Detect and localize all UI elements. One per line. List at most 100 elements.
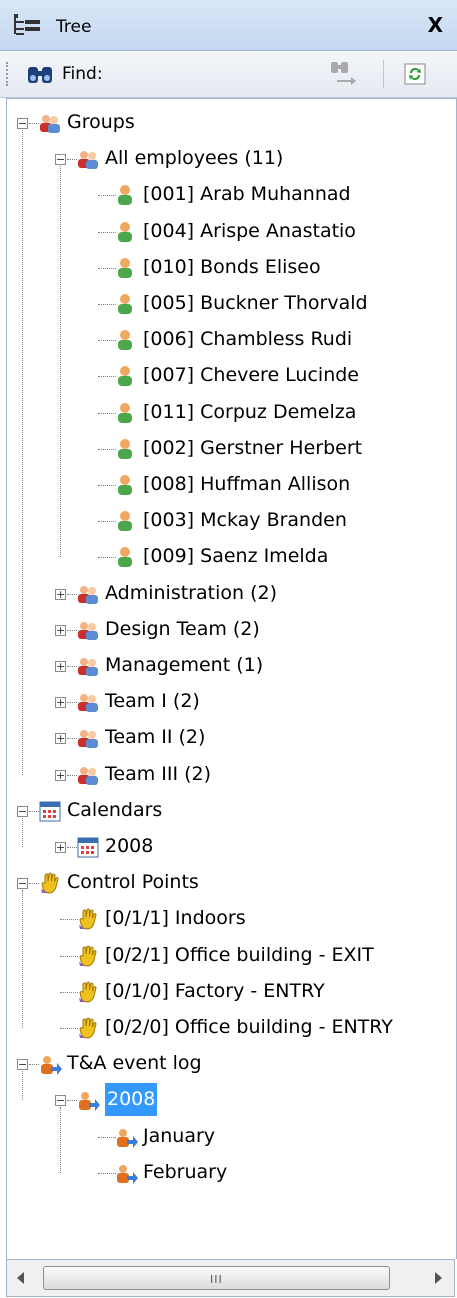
tree-node-group[interactable]: + Design Team (2) <box>7 613 456 646</box>
tree-node-group[interactable]: + Management (1) <box>7 649 456 682</box>
refresh-button[interactable] <box>403 62 427 86</box>
tree-connector <box>29 123 39 124</box>
person-icon <box>115 329 135 362</box>
tree-connector <box>98 1136 116 1138</box>
node-label: Management (1) <box>105 654 264 676</box>
tree-node-employee[interactable]: [010] Bonds Eliseo <box>7 251 456 284</box>
tree-connector <box>98 304 116 305</box>
tree-node-month[interactable]: February <box>7 1156 456 1189</box>
tree-node-employee[interactable]: [003] Mckay Branden <box>7 504 456 537</box>
tree-node-group[interactable]: + Team II (2) <box>7 721 456 754</box>
expand-icon[interactable]: + <box>55 661 66 672</box>
tree-connector <box>60 919 78 921</box>
node-label: [010] Bonds Eliseo <box>143 255 321 278</box>
node-label: Team III (2) <box>105 762 212 785</box>
tree-node-month[interactable]: January <box>7 1120 456 1153</box>
scrollbar-thumb[interactable]: III <box>43 1266 390 1290</box>
tree-node-groups[interactable]: − Groups <box>7 106 456 139</box>
tree-node-group[interactable]: + Team I (2) <box>7 685 456 718</box>
scrollbar-grip: III <box>210 1273 223 1286</box>
hand-icon <box>77 1017 99 1050</box>
tree-node-control-point[interactable]: [0/1/0] Factory - ENTRY <box>7 975 456 1008</box>
tree-node-group[interactable]: + Team III (2) <box>7 758 456 791</box>
tree-node-employee[interactable]: [001] Arab Muhannad <box>7 178 456 211</box>
tree-connector <box>98 1172 116 1174</box>
node-label: [001] Arab Muhannad <box>143 183 351 206</box>
person-icon <box>115 438 135 471</box>
tree-node-calendars[interactable]: − Calendars <box>7 794 456 827</box>
toolbar-grip[interactable] <box>6 62 11 86</box>
close-button[interactable]: X <box>428 13 443 37</box>
tree-connector <box>29 883 39 885</box>
tree-node-employee[interactable]: [008] Huffman Allison <box>7 468 456 501</box>
tree-node-employee[interactable]: [004] Arispe Anastatio <box>7 215 456 248</box>
person-icon <box>115 402 135 435</box>
expand-icon[interactable]: + <box>55 624 66 636</box>
find-next-button[interactable] <box>327 60 359 88</box>
tree-node-control-point[interactable]: [0/2/1] Office building - EXIT <box>7 939 456 972</box>
tree-connector <box>22 1071 23 1101</box>
expand-icon[interactable]: + <box>55 842 66 853</box>
tree-node-event-log[interactable]: − T&A event log <box>7 1047 456 1080</box>
node-label: [011] Corpuz Demelza <box>143 400 357 423</box>
tree-node-event-2008[interactable]: − 2008 <box>7 1083 456 1117</box>
tree-node-employee[interactable]: [007] Chevere Lucinde <box>7 359 456 392</box>
tree-connector <box>60 1107 61 1173</box>
tree-connector <box>60 1028 78 1029</box>
panel-titlebar: Tree X <box>0 0 457 51</box>
event-icon <box>115 1126 139 1159</box>
tree-connector <box>60 166 61 558</box>
scroll-left-arrow-icon[interactable] <box>17 1272 24 1284</box>
find-label[interactable]: Find: <box>62 64 103 84</box>
panel-title: Tree <box>56 17 92 37</box>
hand-icon <box>77 908 99 941</box>
tree-node-calendar-2008[interactable]: +2008 <box>7 830 456 863</box>
tree-node-control-points[interactable]: − Control Points <box>7 866 456 899</box>
tree-connector <box>67 738 77 740</box>
group-icon <box>77 764 99 797</box>
node-label: [0/1/0] Factory - ENTRY <box>105 979 325 1002</box>
binoculars-icon <box>26 65 56 89</box>
tree-connector <box>67 666 77 667</box>
collapse-icon[interactable]: − <box>17 805 28 817</box>
tree-connector <box>98 485 116 486</box>
expand-icon[interactable]: + <box>55 588 66 600</box>
node-label: [008] Huffman Allison <box>143 473 351 495</box>
refresh-icon <box>404 63 426 85</box>
node-label: Calendars <box>67 798 163 821</box>
node-label: Control Points <box>67 871 199 894</box>
event-icon <box>77 1089 101 1122</box>
collapse-icon[interactable]: − <box>55 154 66 166</box>
tree-connector <box>67 774 77 776</box>
tree-connector <box>29 810 39 812</box>
node-label: Administration (2) <box>105 581 277 604</box>
tree-node-control-point[interactable]: [0/1/1] Indoors <box>7 902 456 935</box>
collapse-icon[interactable]: − <box>55 1095 66 1107</box>
tree-connector <box>67 159 77 161</box>
tree-connector <box>67 847 77 848</box>
tree-node-control-point[interactable]: [0/2/0] Office building - ENTRY <box>7 1011 456 1044</box>
node-label: 2008 <box>105 835 154 857</box>
tree-node-employee[interactable]: [009] Saenz Imelda <box>7 540 456 573</box>
group-icon <box>77 691 99 724</box>
tree-node-all-employees[interactable]: − All employees (11) <box>7 142 456 175</box>
expand-icon[interactable]: + <box>55 733 66 745</box>
tree-connector <box>67 1100 77 1102</box>
tree-node-employee[interactable]: [011] Corpuz Demelza <box>7 396 456 429</box>
expand-icon[interactable]: + <box>55 697 66 709</box>
event-icon <box>39 1053 63 1086</box>
tree-view[interactable]: − Groups − All employees (11) [001] Arab Muh… <box>6 98 457 1259</box>
expand-icon[interactable]: + <box>55 769 66 781</box>
group-icon <box>77 583 99 616</box>
scroll-right-arrow-icon[interactable] <box>435 1272 442 1284</box>
collapse-icon[interactable]: − <box>17 878 28 890</box>
tree-connector <box>98 231 116 233</box>
horizontal-scrollbar[interactable]: III <box>6 1259 455 1297</box>
tree-node-group[interactable]: + Administration (2) <box>7 577 456 610</box>
tree-node-employee[interactable]: [005] Buckner Thorvald <box>7 287 456 320</box>
collapse-icon[interactable]: − <box>17 1059 28 1071</box>
tree-node-employee[interactable]: [006] Chambless Rudi <box>7 323 456 356</box>
tree-node-employee[interactable]: [002] Gerstner Herbert <box>7 432 456 465</box>
event-icon <box>115 1162 139 1195</box>
collapse-icon[interactable]: − <box>17 118 28 129</box>
